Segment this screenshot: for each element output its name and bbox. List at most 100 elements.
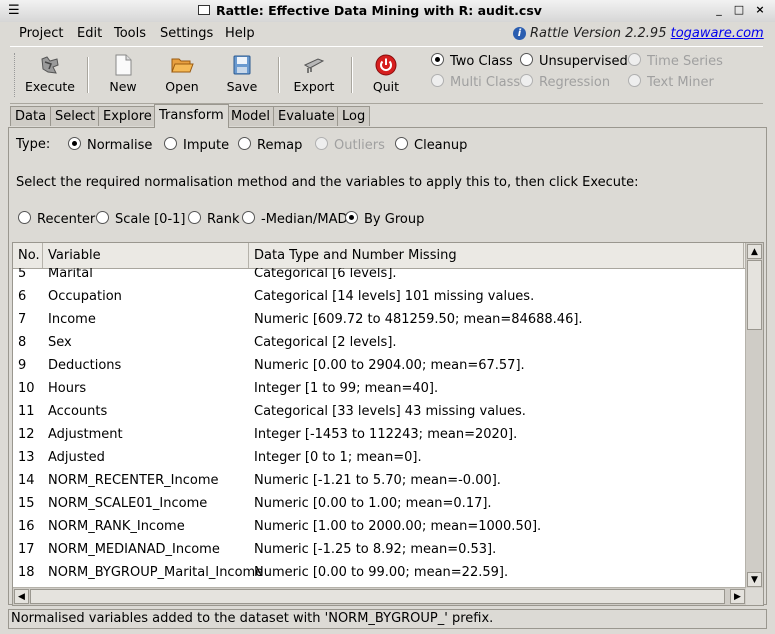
mode-regression-radio[interactable]: Regression: [520, 74, 610, 90]
table-row[interactable]: 13 Adjusted Integer [0 to 1; mean=0].: [13, 446, 746, 469]
radio-indicator: [164, 137, 177, 150]
tab-select[interactable]: Select: [50, 106, 101, 126]
menu-project[interactable]: Project: [19, 26, 63, 41]
method-by-group-radio[interactable]: By Group: [345, 211, 424, 227]
window-menu-icon[interactable]: ☰: [8, 3, 20, 18]
export-icon: [303, 58, 325, 73]
table-row[interactable]: 18 NORM_BYGROUP_Marital_Income Numeric [0.…: [13, 561, 746, 584]
open-button[interactable]: Open: [152, 49, 212, 94]
row-variable: Hours: [48, 381, 87, 396]
radio-indicator: [188, 211, 201, 224]
maximize-button[interactable]: □: [732, 3, 746, 17]
menu-help[interactable]: Help: [225, 26, 255, 41]
tab-log[interactable]: Log: [337, 106, 371, 126]
quit-icon: [375, 54, 397, 76]
row-number: 9: [18, 358, 27, 373]
rattle-window: ☰ Rattle: Effective Data Mining with R: …: [0, 0, 775, 634]
scroll-down-icon[interactable]: ▼: [747, 572, 762, 587]
tab-transform[interactable]: Transform: [154, 104, 229, 128]
minimize-button[interactable]: _: [712, 3, 726, 17]
table-body: 5 Marital Categorical [6 levels]. 6 Occupati…: [13, 268, 746, 585]
radio-label: Two Class: [450, 54, 513, 69]
type-remap-radio[interactable]: Remap: [238, 137, 302, 153]
row-number: 14: [18, 473, 35, 488]
mode-time-series-radio[interactable]: Time Series: [628, 53, 723, 69]
column-header-variable[interactable]: Variable: [43, 243, 249, 268]
table-row[interactable]: 14 NORM_RECENTER_Income Numeric [-1.21 to …: [13, 469, 746, 492]
type-cleanup-radio[interactable]: Cleanup: [395, 137, 467, 153]
table-row[interactable]: 6 Occupation Categorical [14 levels] 101 m…: [13, 285, 746, 308]
radio-label: Cleanup: [414, 138, 468, 153]
execute-button[interactable]: Execute: [20, 49, 80, 94]
vertical-scrollbar[interactable]: ▲ ▼: [745, 243, 763, 588]
type-outliers-radio[interactable]: Outliers: [315, 137, 385, 153]
tab-data[interactable]: Data: [10, 106, 52, 126]
table-row[interactable]: 15 NORM_SCALE01_Income Numeric [0.00 to 1.…: [13, 492, 746, 515]
row-number: 16: [18, 519, 35, 534]
window-title: Rattle: Effective Data Mining with R: au…: [216, 3, 542, 18]
table-row[interactable]: 5 Marital Categorical [6 levels].: [13, 268, 746, 285]
save-button[interactable]: Save: [212, 49, 272, 94]
tab-explore[interactable]: Explore: [98, 106, 157, 126]
radio-indicator: [18, 211, 31, 224]
radio-indicator: [238, 137, 251, 150]
row-number: 8: [18, 335, 27, 350]
radio-indicator: [242, 211, 255, 224]
column-header-no[interactable]: No.: [13, 243, 43, 268]
table-row[interactable]: 17 NORM_MEDIANAD_Income Numeric [-1.25 to …: [13, 538, 746, 561]
tab-model[interactable]: Model: [226, 106, 276, 126]
togaware-link[interactable]: togaware.com: [671, 26, 764, 41]
close-button[interactable]: ×: [753, 3, 767, 17]
menu-bar: Project Edit Tools Settings Help i Rattle…: [0, 22, 775, 46]
app-window-icon: [198, 5, 210, 15]
scroll-up-icon[interactable]: ▲: [747, 244, 762, 259]
toolbar-separator: [351, 57, 353, 93]
row-variable: Marital: [48, 268, 93, 281]
mode-unsupervised-radio[interactable]: Unsupervised: [520, 53, 628, 69]
variables-table: No. Variable Data Type and Number Missin…: [12, 242, 764, 606]
tab-evaluate[interactable]: Evaluate: [273, 106, 340, 126]
table-row[interactable]: 9 Deductions Numeric [0.00 to 2904.00; mea…: [13, 354, 746, 377]
export-button[interactable]: Export: [284, 49, 344, 94]
row-number: 17: [18, 542, 35, 557]
row-number: 6: [18, 289, 27, 304]
scroll-right-icon[interactable]: ▶: [730, 589, 745, 604]
row-datatype: Categorical [14 levels] 101 missing valu…: [254, 289, 535, 304]
row-datatype: Numeric [1.00 to 2000.00; mean=1000.50].: [254, 519, 542, 534]
horizontal-scrollbar[interactable]: ◀ ▶: [13, 587, 746, 605]
mode-multi-class-radio[interactable]: Multi Class: [431, 74, 520, 90]
mode-text-miner-radio[interactable]: Text Miner: [628, 74, 714, 90]
new-button[interactable]: New: [93, 49, 153, 94]
row-variable: Accounts: [48, 404, 108, 419]
table-row[interactable]: 10 Hours Integer [1 to 99; mean=40].: [13, 377, 746, 400]
table-row[interactable]: 12 Adjustment Integer [-1453 to 112243; me…: [13, 423, 746, 446]
method-scale-radio[interactable]: Scale [0-1]: [96, 211, 185, 227]
vertical-scroll-thumb[interactable]: [747, 260, 762, 330]
quit-button[interactable]: Quit: [356, 49, 416, 94]
horizontal-scroll-thumb[interactable]: [30, 589, 725, 604]
menu-settings[interactable]: Settings: [160, 26, 213, 41]
scrollbar-corner: [746, 588, 763, 605]
row-variable: Income: [48, 312, 96, 327]
type-normalise-radio[interactable]: Normalise: [68, 137, 152, 153]
radio-indicator: [628, 53, 641, 66]
toolbar-separator: [278, 57, 280, 93]
type-impute-radio[interactable]: Impute: [164, 137, 229, 153]
new-document-icon: [115, 54, 132, 76]
type-label: Type:: [16, 137, 51, 152]
table-row[interactable]: 7 Income Numeric [609.72 to 481259.50; mea…: [13, 308, 746, 331]
method-rank-radio[interactable]: Rank: [188, 211, 239, 227]
method-recenter-radio[interactable]: Recenter: [18, 211, 95, 227]
table-row[interactable]: 11 Accounts Categorical [33 levels] 43 mis…: [13, 400, 746, 423]
row-datatype: Integer [0 to 1; mean=0].: [254, 450, 422, 465]
scroll-left-icon[interactable]: ◀: [14, 589, 29, 604]
radio-indicator: [68, 137, 81, 150]
column-header-datatype[interactable]: Data Type and Number Missing: [249, 243, 744, 268]
table-row[interactable]: 16 NORM_RANK_Income Numeric [1.00 to 2000.…: [13, 515, 746, 538]
menu-tools[interactable]: Tools: [114, 26, 146, 41]
mode-two-class-radio[interactable]: Two Class: [431, 53, 513, 69]
table-row[interactable]: 8 Sex Categorical [2 levels].: [13, 331, 746, 354]
method-median-mad-radio[interactable]: -Median/MAD: [242, 211, 347, 227]
menu-edit[interactable]: Edit: [77, 26, 102, 41]
toolbar-grip[interactable]: [14, 53, 19, 97]
